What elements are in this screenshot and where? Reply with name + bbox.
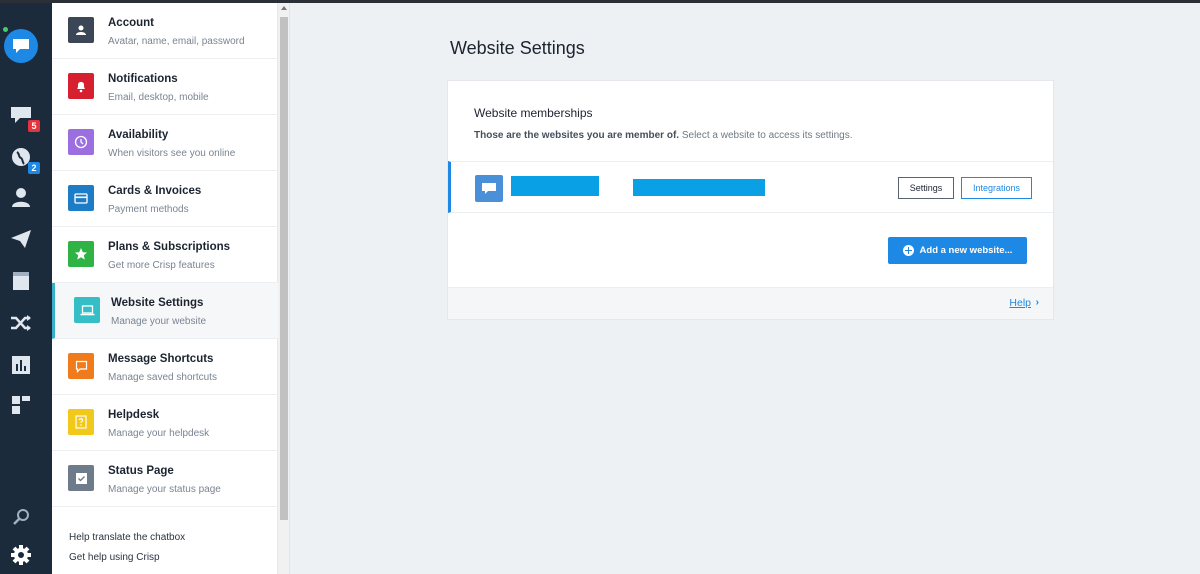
shuffle-icon <box>11 315 31 331</box>
gear-icon <box>11 545 31 565</box>
menu-item-subtitle: Avatar, name, email, password <box>108 36 245 47</box>
menu-item-account[interactable]: Account Avatar, name, email, password <box>52 3 278 59</box>
user-icon <box>68 17 94 43</box>
rail-analytics[interactable] <box>7 351 35 379</box>
rail-helpdesk[interactable] <box>7 267 35 295</box>
laptop-icon <box>74 297 100 323</box>
menu-item-status-page[interactable]: Status Page Manage your status page <box>52 451 278 507</box>
online-status-dot <box>2 26 9 33</box>
menu-scrollbar[interactable] <box>278 3 290 574</box>
paper-plane-icon <box>11 230 31 248</box>
translate-link[interactable]: Help translate the chatbox <box>69 532 185 543</box>
menu-item-title: Cards & Invoices <box>108 185 202 197</box>
grid-icon <box>12 396 30 414</box>
rail-automations[interactable] <box>7 309 35 337</box>
menu-item-subtitle: Manage your status page <box>108 484 221 495</box>
card-description-bold: Those are the websites you are member of… <box>474 130 680 141</box>
menu-item-website-settings[interactable]: Website Settings Manage your website <box>52 283 278 339</box>
menu-item-subtitle: When visitors see you online <box>108 148 236 159</box>
chevron-right-icon: › <box>1035 297 1039 308</box>
help-crisp-link[interactable]: Get help using Crisp <box>69 552 160 563</box>
menu-item-availability[interactable]: Availability When visitors see you onlin… <box>52 115 278 171</box>
settings-menu: Account Avatar, name, email, password No… <box>52 3 278 574</box>
menu-item-subtitle: Manage saved shortcuts <box>108 372 217 383</box>
menu-item-message-shortcuts[interactable]: Message Shortcuts Manage saved shortcuts <box>52 339 278 395</box>
message-icon <box>68 353 94 379</box>
chat-bubble-icon <box>482 182 496 194</box>
redacted-website-domain <box>633 179 765 196</box>
page-title: Website Settings <box>450 38 585 58</box>
menu-item-subtitle: Payment methods <box>108 204 189 215</box>
help-link[interactable]: Help <box>1009 297 1031 309</box>
redacted-website-name <box>511 176 599 196</box>
website-settings-button[interactable]: Settings <box>898 177 954 199</box>
menu-item-title: Availability <box>108 129 169 141</box>
menu-item-title: Plans & Subscriptions <box>108 241 231 253</box>
menu-item-plans-subscriptions[interactable]: Plans & Subscriptions Get more Crisp fea… <box>52 227 278 283</box>
menu-item-subtitle: Get more Crisp features <box>108 260 215 271</box>
bell-icon <box>68 73 94 99</box>
bar-chart-icon <box>12 356 30 374</box>
rail-search[interactable] <box>7 503 35 531</box>
menu-item-title: Account <box>108 17 154 29</box>
menu-item-title: Notifications <box>108 73 178 85</box>
clock-icon <box>68 129 94 155</box>
book-icon <box>13 272 29 290</box>
card-footer: Help › <box>448 287 1053 319</box>
menu-item-title: Helpdesk <box>108 409 160 421</box>
crisp-logo[interactable] <box>2 26 38 63</box>
plus-circle-icon <box>902 245 914 256</box>
rail-plugins[interactable] <box>7 391 35 419</box>
website-avatar <box>475 175 503 202</box>
menu-item-subtitle: Manage your helpdesk <box>108 428 210 439</box>
help-book-icon <box>68 409 94 435</box>
visitors-badge: 2 <box>28 162 40 174</box>
chat-bubble-icon <box>13 39 29 53</box>
menu-item-helpdesk[interactable]: Helpdesk Manage your helpdesk <box>52 395 278 451</box>
menu-item-cards-invoices[interactable]: Cards & Invoices Payment methods <box>52 171 278 227</box>
website-integrations-button[interactable]: Integrations <box>961 177 1032 199</box>
inbox-badge: 5 <box>28 120 40 132</box>
menu-item-title: Website Settings <box>111 297 204 309</box>
star-icon <box>68 241 94 267</box>
rail-campaigns[interactable] <box>7 225 35 253</box>
card-title: Website memberships <box>474 106 593 120</box>
card-description: Those are the websites you are member of… <box>474 130 853 141</box>
card-icon <box>68 185 94 211</box>
menu-item-title: Message Shortcuts <box>108 353 214 365</box>
add-website-label: Add a new website... <box>919 245 1013 256</box>
website-row[interactable]: Settings Integrations <box>448 161 1053 213</box>
checkbox-icon <box>68 465 94 491</box>
search-icon <box>13 509 29 525</box>
rail-settings[interactable] <box>7 541 35 569</box>
memberships-card: Website memberships Those are the websit… <box>447 80 1054 320</box>
card-description-rest: Select a website to access its settings. <box>679 130 853 141</box>
rail-contacts[interactable] <box>7 183 35 211</box>
scroll-up-arrow-icon[interactable] <box>281 6 287 10</box>
add-website-button[interactable]: Add a new website... <box>888 237 1027 264</box>
user-icon <box>12 188 30 207</box>
app-rail: 5 2 <box>0 3 52 574</box>
menu-item-notifications[interactable]: Notifications Email, desktop, mobile <box>52 59 278 115</box>
menu-item-title: Status Page <box>108 465 174 477</box>
menu-item-subtitle: Manage your website <box>111 316 207 327</box>
menu-item-subtitle: Email, desktop, mobile <box>108 92 209 103</box>
scrollbar-thumb[interactable] <box>280 17 288 520</box>
